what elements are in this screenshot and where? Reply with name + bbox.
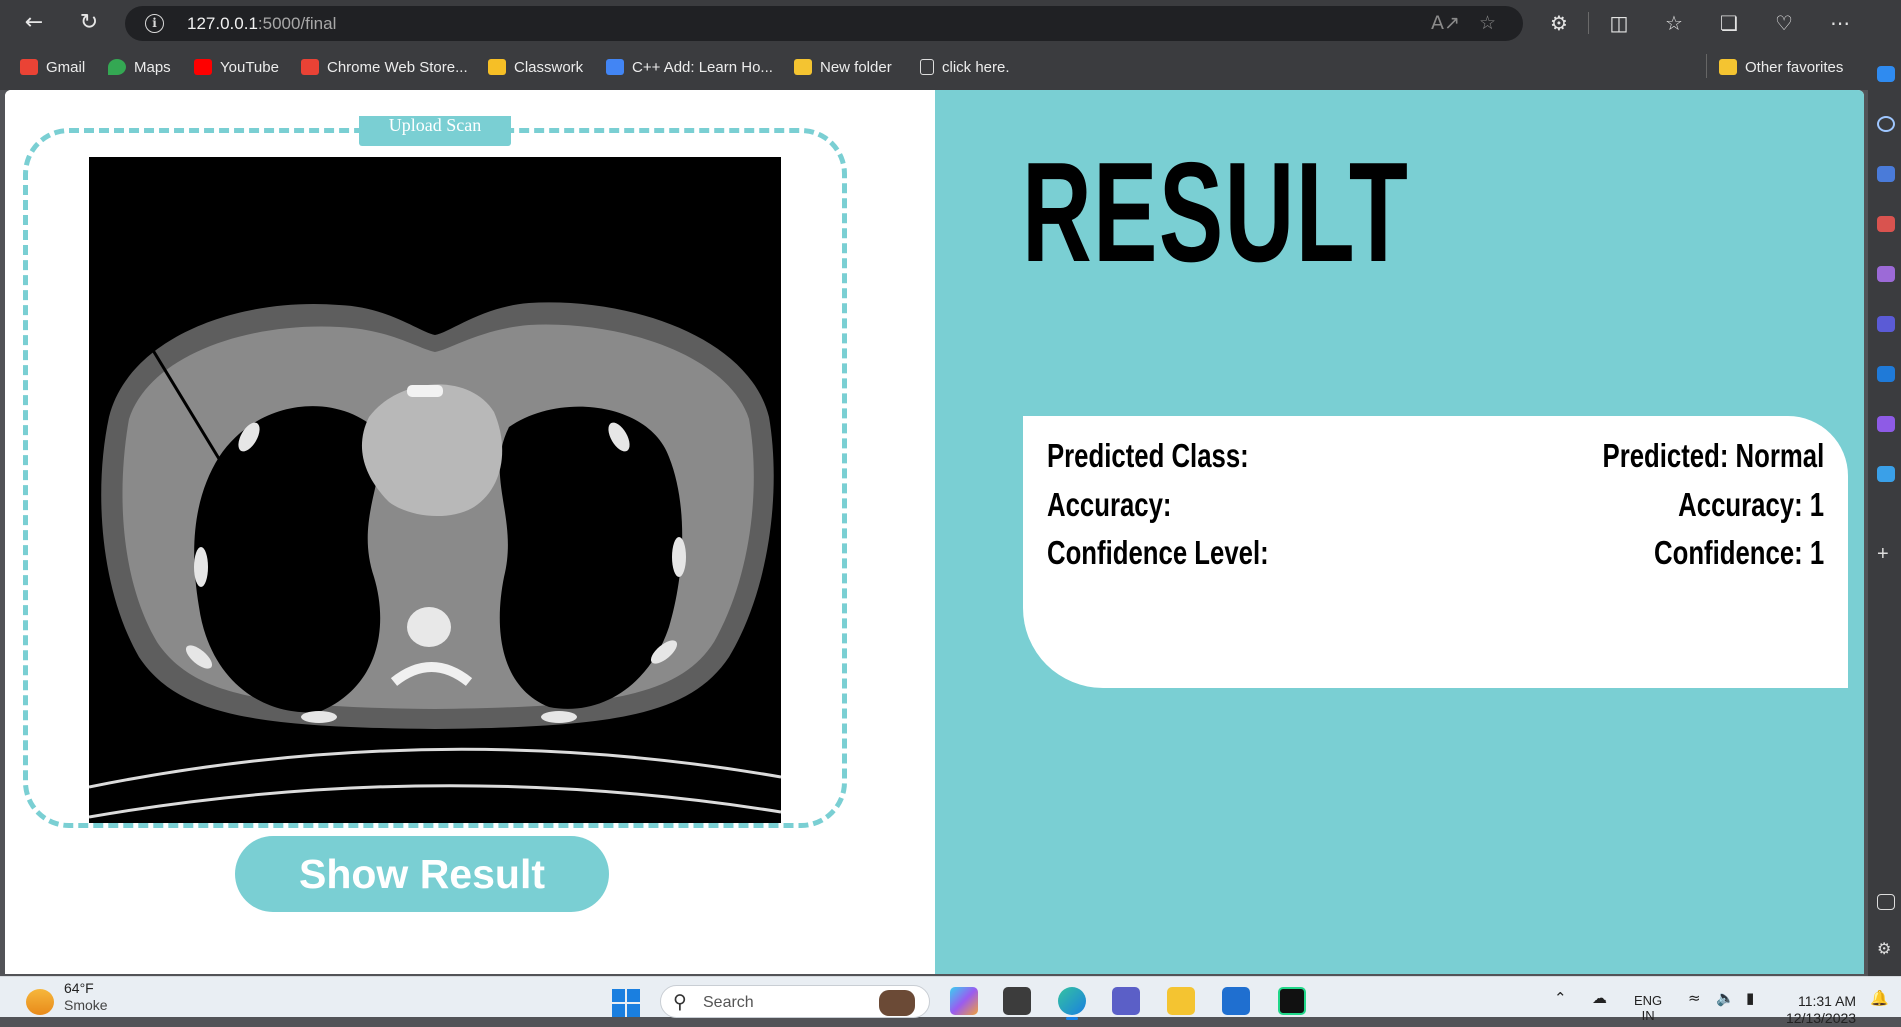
address-bar[interactable]: i 127.0.0.1:5000/final A↗ ☆ — [125, 6, 1523, 41]
onedrive-icon[interactable]: ☁ — [1592, 989, 1607, 1007]
bookmark-chrome-web-store[interactable]: Chrome Web Store... — [301, 56, 468, 78]
bookmark-cpp[interactable]: C++ Add: Learn Ho... — [606, 56, 773, 78]
windows-start-icon[interactable] — [612, 989, 640, 1017]
microsoft-store-icon[interactable] — [1222, 987, 1250, 1015]
chrome-web-store-icon — [301, 59, 319, 75]
bookmark-new-folder[interactable]: New folder — [794, 56, 892, 78]
refresh-icon[interactable]: ↻ — [73, 8, 105, 38]
classwork-icon — [488, 59, 506, 75]
maps-icon — [108, 59, 126, 75]
collections-icon[interactable]: ❏ — [1713, 8, 1745, 38]
weather-widget[interactable]: 64°F Smoke — [64, 980, 108, 1014]
folder-icon — [794, 59, 812, 75]
cpp-icon — [606, 59, 624, 75]
ct-scan-image — [89, 157, 781, 823]
split-screen-icon[interactable]: ◫ — [1603, 8, 1635, 38]
bookmark-other-favorites[interactable]: Other favorites — [1719, 56, 1843, 78]
confidence-value: Confidence: 1 — [1653, 534, 1824, 571]
result-row-predicted-class: Predicted Class: Predicted: Normal — [1047, 436, 1824, 476]
temperature-text: 64°F — [64, 980, 94, 996]
bookmark-youtube[interactable]: YouTube — [194, 56, 279, 78]
date-text: 12/13/2023 — [1786, 1010, 1857, 1026]
browser-toolbar: ← ↻ i 127.0.0.1:5000/final A↗ ☆ ⚙ ◫ ☆ ❏ … — [0, 0, 1901, 46]
teams-app-icon[interactable] — [1112, 987, 1140, 1015]
bookmark-classwork[interactable]: Classwork — [488, 56, 583, 78]
result-heading: RESULT — [1022, 133, 1410, 292]
bookmark-maps[interactable]: Maps — [108, 56, 171, 78]
games-icon[interactable] — [1877, 266, 1895, 282]
youtube-icon — [194, 59, 212, 75]
sidebar-toggle-icon[interactable] — [1877, 894, 1895, 910]
task-view-icon[interactable] — [1003, 987, 1031, 1015]
url-host: 127.0.0.1 — [187, 14, 258, 33]
browser-essentials-icon[interactable]: ♡ — [1768, 8, 1800, 38]
taskbar-search-box[interactable]: ⚲ Search — [660, 985, 930, 1018]
accuracy-label: Accuracy: — [1047, 486, 1172, 523]
accuracy-value: Accuracy: 1 — [1678, 486, 1824, 523]
back-arrow-icon[interactable]: ← — [18, 8, 50, 38]
toolbar-divider — [1588, 12, 1589, 34]
site-info-icon[interactable]: i — [145, 14, 164, 33]
upload-scan-button[interactable]: Upload Scan — [359, 116, 511, 146]
predicted-class-label: Predicted Class: — [1047, 437, 1249, 474]
edge-app-icon[interactable] — [1058, 987, 1086, 1020]
web-page: Upload Scan Show Result RESULT Predicted… — [5, 90, 1864, 974]
windows-taskbar: 64°F Smoke ⚲ Search ⌃ ☁ ENG IN ≈ 🔈 ▮ 11:31… — [0, 976, 1901, 1026]
add-icon[interactable]: + — [1877, 544, 1895, 564]
url-text[interactable]: 127.0.0.1:5000/final — [187, 14, 336, 34]
language-indicator[interactable]: ENG IN — [1634, 993, 1662, 1023]
gmail-icon — [20, 59, 38, 75]
weather-condition-text: Smoke — [64, 997, 108, 1013]
result-card: Predicted Class: Predicted: Normal Accur… — [1023, 416, 1848, 688]
favorite-star-icon[interactable]: ☆ — [1479, 12, 1496, 34]
pycharm-app-icon[interactable] — [1278, 987, 1306, 1015]
read-aloud-icon[interactable]: A↗ — [1431, 12, 1460, 34]
confidence-label: Confidence Level: — [1047, 534, 1269, 571]
file-explorer-icon[interactable] — [1167, 987, 1195, 1015]
upload-pane: Upload Scan Show Result — [5, 90, 935, 974]
result-row-confidence: Confidence Level: Confidence: 1 — [1047, 533, 1824, 573]
bookmarks-bar: Gmail Maps YouTube Chrome Web Store... C… — [0, 46, 1901, 90]
bookmark-click-here[interactable]: click here. — [920, 56, 1010, 78]
volume-icon[interactable]: 🔈 — [1716, 989, 1735, 1007]
favorites-icon[interactable]: ☆ — [1658, 8, 1690, 38]
drop-icon[interactable] — [1877, 466, 1895, 482]
more-menu-icon[interactable]: ⋯ — [1824, 8, 1856, 38]
search-icon: ⚲ — [673, 991, 687, 1013]
search-highlight-image — [879, 990, 915, 1016]
ct-scan-graphic — [89, 157, 781, 823]
search-icon[interactable] — [1877, 116, 1895, 132]
predicted-class-value: Predicted: Normal — [1602, 437, 1824, 474]
folder-icon — [1719, 59, 1737, 75]
battery-icon[interactable]: ▮ — [1746, 989, 1754, 1007]
settings-gear-icon[interactable]: ⚙ — [1877, 942, 1895, 958]
microsoft-365-icon[interactable] — [1877, 316, 1895, 332]
bookmark-gmail[interactable]: Gmail — [20, 56, 85, 78]
weather-icon[interactable] — [26, 989, 54, 1015]
extensions-icon[interactable]: ⚙ — [1543, 8, 1575, 38]
taskbar-clock[interactable]: 11:31 AM 12/13/2023 — [1786, 993, 1856, 1027]
page-icon — [920, 59, 934, 75]
language-text: ENG — [1634, 993, 1663, 1008]
shopping-icon[interactable] — [1877, 166, 1895, 182]
language-region-text: IN — [1641, 1008, 1655, 1023]
time-text: 11:31 AM — [1797, 993, 1857, 1009]
notifications-bell-icon[interactable]: 🔔 — [1870, 989, 1889, 1007]
copilot-icon[interactable] — [1877, 66, 1895, 82]
edge-sidebar: + ⚙ — [1868, 46, 1901, 976]
designer-icon[interactable] — [1877, 416, 1895, 432]
outlook-icon[interactable] — [1877, 366, 1895, 382]
url-path: :5000/final — [257, 14, 337, 33]
search-placeholder: Search — [703, 994, 754, 1011]
show-result-button[interactable]: Show Result — [235, 836, 609, 912]
copilot-app-icon[interactable] — [950, 987, 978, 1015]
result-pane: RESULT Predicted Class: Predicted: Norma… — [935, 90, 1864, 974]
result-row-accuracy: Accuracy: Accuracy: 1 — [1047, 485, 1824, 525]
tray-chevron-icon[interactable]: ⌃ — [1554, 989, 1567, 1007]
bookmarks-divider — [1706, 54, 1707, 78]
tools-icon[interactable] — [1877, 216, 1895, 232]
wifi-icon[interactable]: ≈ — [1688, 989, 1701, 1007]
